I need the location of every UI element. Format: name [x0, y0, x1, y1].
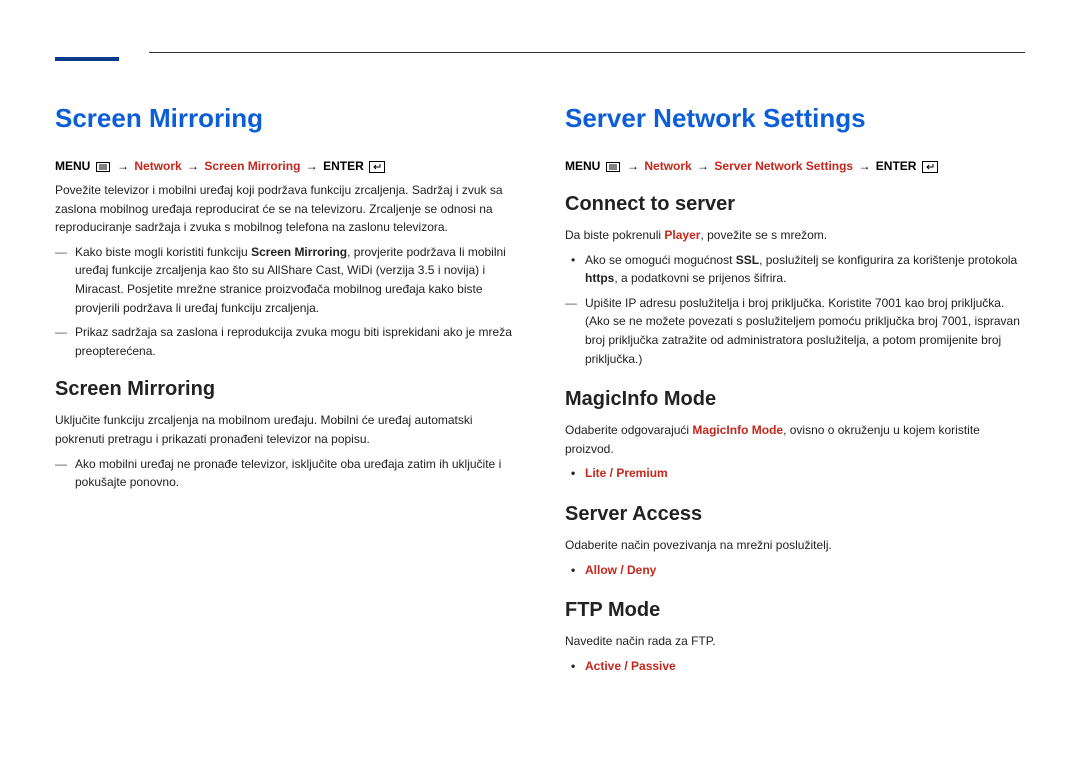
list-item: Prikaz sadržaja sa zaslona i reprodukcij…	[55, 323, 515, 360]
arrow: →	[187, 159, 199, 173]
text-bold: SSL	[736, 253, 759, 267]
ftp-title: FTP Mode	[565, 599, 1025, 622]
right-column: Server Network Settings MENU → Network →…	[565, 103, 1025, 681]
list-item: Ako se omogući mogućnost SSL, poslužitel…	[565, 251, 1025, 288]
menu-label: MENU	[565, 159, 604, 173]
enter-icon	[369, 161, 385, 173]
text: Da biste pokrenuli	[565, 228, 664, 242]
left-sub-notes: Ako mobilni uređaj ne pronađe televizor,…	[55, 455, 515, 492]
arrow: →	[697, 159, 709, 173]
left-intro: Povežite televizor i mobilni uređaj koji…	[55, 181, 515, 237]
menu-enter: ENTER	[876, 159, 920, 173]
document-page: Screen Mirroring MENU → Network → Screen…	[0, 0, 1080, 721]
header-rule	[55, 50, 1025, 68]
ftp-options: Active / Passive	[565, 657, 1025, 676]
menu-network: Network	[134, 159, 181, 173]
connect-dash-notes: Upišite IP adresu poslužitelja i broj pr…	[565, 294, 1025, 368]
magicinfo-options: Lite / Premium	[565, 464, 1025, 483]
left-subtitle: Screen Mirroring	[55, 378, 515, 401]
arrow: →	[627, 159, 639, 173]
text-bold: Screen Mirroring	[251, 245, 347, 259]
list-item: Kako biste mogli koristiti funkciju Scre…	[55, 243, 515, 317]
connect-title: Connect to server	[565, 193, 1025, 216]
ftp-body: Navedite način rada za FTP.	[565, 632, 1025, 651]
left-menu-path: MENU → Network → Screen Mirroring → ENTE…	[55, 159, 515, 173]
list-item: Lite / Premium	[565, 464, 1025, 483]
right-title: Server Network Settings	[565, 103, 1025, 134]
magicinfo-body: Odaberite odgovarajući MagicInfo Mode, o…	[565, 421, 1025, 458]
menu-label: MENU	[55, 159, 94, 173]
magicinfo-title: MagicInfo Mode	[565, 388, 1025, 411]
right-menu-path: MENU → Network → Server Network Settings…	[565, 159, 1025, 173]
server-access-title: Server Access	[565, 503, 1025, 526]
left-column: Screen Mirroring MENU → Network → Screen…	[55, 103, 515, 681]
menu-enter: ENTER	[323, 159, 367, 173]
text: , poslužitelj se konfigurira za korišten…	[759, 253, 1017, 267]
connect-body: Da biste pokrenuli Player, povežite se s…	[565, 226, 1025, 245]
text: , povežite se s mrežom.	[700, 228, 827, 242]
list-item: Active / Passive	[565, 657, 1025, 676]
arrow: →	[306, 159, 318, 173]
header-divider	[149, 52, 1025, 53]
text: Kako biste mogli koristiti funkciju	[75, 245, 251, 259]
menu-section: Screen Mirroring	[204, 159, 300, 173]
menu-network: Network	[644, 159, 691, 173]
left-title: Screen Mirroring	[55, 103, 515, 134]
enter-icon	[922, 161, 938, 173]
menu-section: Server Network Settings	[714, 159, 853, 173]
server-access-options: Allow / Deny	[565, 561, 1025, 580]
menu-icon	[96, 162, 110, 172]
connect-bullets: Ako se omogući mogućnost SSL, poslužitel…	[565, 251, 1025, 288]
server-access-body: Odaberite način povezivanja na mrežni po…	[565, 536, 1025, 555]
text: Ako se omogući mogućnost	[585, 253, 736, 267]
text: , a podatkovni se prijenos šifrira.	[614, 271, 786, 285]
text-bold: Player	[664, 228, 700, 242]
list-item: Ako mobilni uređaj ne pronađe televizor,…	[55, 455, 515, 492]
header-accent-bar	[55, 57, 119, 61]
menu-icon	[606, 162, 620, 172]
list-item: Upišite IP adresu poslužitelja i broj pr…	[565, 294, 1025, 368]
left-sub-body: Uključite funkciju zrcaljenja na mobilno…	[55, 411, 515, 448]
left-notes-list: Kako biste mogli koristiti funkciju Scre…	[55, 243, 515, 361]
text: Odaberite odgovarajući	[565, 423, 692, 437]
content-columns: Screen Mirroring MENU → Network → Screen…	[55, 103, 1025, 681]
arrow: →	[117, 159, 129, 173]
text-bold: MagicInfo Mode	[692, 423, 783, 437]
text-bold: https	[585, 271, 614, 285]
arrow: →	[858, 159, 870, 173]
list-item: Allow / Deny	[565, 561, 1025, 580]
